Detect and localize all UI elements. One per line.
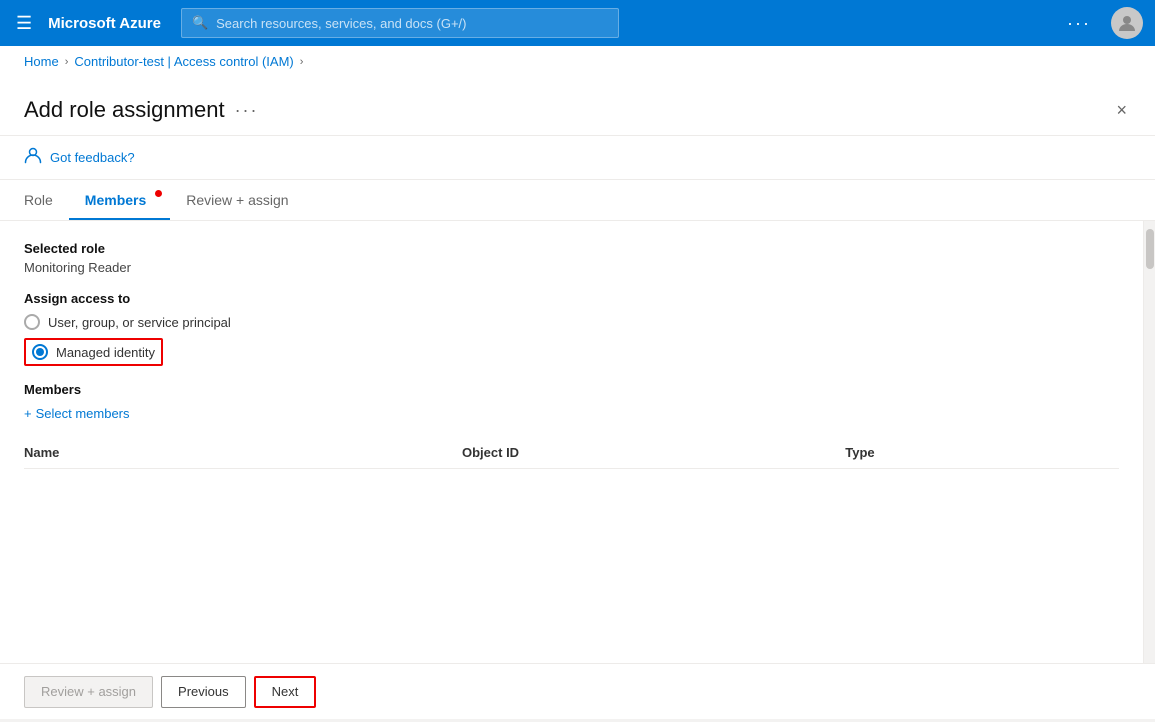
topbar-more-icon[interactable]: ···	[1059, 9, 1099, 38]
breadcrumb-iam[interactable]: Contributor-test | Access control (IAM)	[74, 54, 293, 69]
panel-title: Add role assignment	[24, 97, 225, 123]
search-icon: 🔍	[192, 15, 208, 31]
breadcrumb-sep-2: ›	[300, 56, 304, 68]
feedback-bar: Got feedback?	[0, 136, 1155, 180]
assign-access-label: Assign access to	[24, 291, 1119, 306]
panel-header: Add role assignment ··· ×	[0, 77, 1155, 136]
close-icon[interactable]: ×	[1112, 97, 1131, 123]
panel-more-options[interactable]: ···	[235, 100, 259, 121]
breadcrumb: Home › Contributor-test | Access control…	[0, 46, 1155, 77]
col-type: Type	[845, 437, 1119, 469]
bottom-bar: Review + assign Previous Next	[0, 663, 1155, 719]
search-input[interactable]	[216, 16, 608, 31]
selected-role-label: Selected role	[24, 241, 1119, 256]
feedback-label[interactable]: Got feedback?	[50, 150, 135, 165]
col-name: Name	[24, 437, 462, 469]
select-members-prefix: +	[24, 406, 32, 421]
content-scroll: Selected role Monitoring Reader Assign a…	[0, 221, 1143, 679]
radio-managed-identity-label: Managed identity	[56, 345, 155, 360]
radio-managed-identity-highlight: Managed identity	[24, 338, 163, 366]
radio-managed-identity-input[interactable]	[32, 344, 48, 360]
tab-review-assign[interactable]: Review + assign	[170, 180, 304, 220]
topbar: ☰ Microsoft Azure 🔍 ···	[0, 0, 1155, 46]
radio-user-group[interactable]: User, group, or service principal	[24, 314, 1119, 330]
avatar[interactable]	[1111, 7, 1143, 39]
select-members-button[interactable]: + Select members	[24, 406, 130, 421]
content-area: Selected role Monitoring Reader Assign a…	[0, 221, 1155, 679]
scrollbar-thumb[interactable]	[1146, 229, 1154, 269]
radio-managed-identity[interactable]: Managed identity	[24, 338, 1119, 366]
tabs: Role Members Review + assign	[0, 180, 1155, 221]
next-button[interactable]: Next	[254, 676, 317, 708]
scrollbar-track[interactable]	[1143, 221, 1155, 679]
tab-members-dot	[155, 190, 162, 197]
breadcrumb-home[interactable]: Home	[24, 54, 59, 69]
members-table: Name Object ID Type	[24, 437, 1119, 469]
radio-group: User, group, or service principal Manage…	[24, 314, 1119, 366]
tab-members[interactable]: Members	[69, 180, 170, 220]
brand-name: Microsoft Azure	[48, 15, 161, 32]
tab-role[interactable]: Role	[24, 180, 69, 220]
panel-body: Selected role Monitoring Reader Assign a…	[0, 221, 1143, 489]
select-members-text[interactable]: Select members	[36, 406, 130, 421]
col-object-id: Object ID	[462, 437, 845, 469]
members-header: Members	[24, 382, 1119, 397]
radio-user-group-label: User, group, or service principal	[48, 315, 231, 330]
search-bar[interactable]: 🔍	[181, 8, 619, 38]
feedback-icon	[24, 146, 42, 169]
review-assign-button[interactable]: Review + assign	[24, 676, 153, 708]
selected-role-value: Monitoring Reader	[24, 260, 1119, 275]
previous-button[interactable]: Previous	[161, 676, 246, 708]
radio-user-group-input[interactable]	[24, 314, 40, 330]
main-panel: Add role assignment ··· × Got feedback? …	[0, 77, 1155, 719]
breadcrumb-sep-1: ›	[65, 56, 69, 68]
hamburger-icon[interactable]: ☰	[12, 9, 36, 38]
